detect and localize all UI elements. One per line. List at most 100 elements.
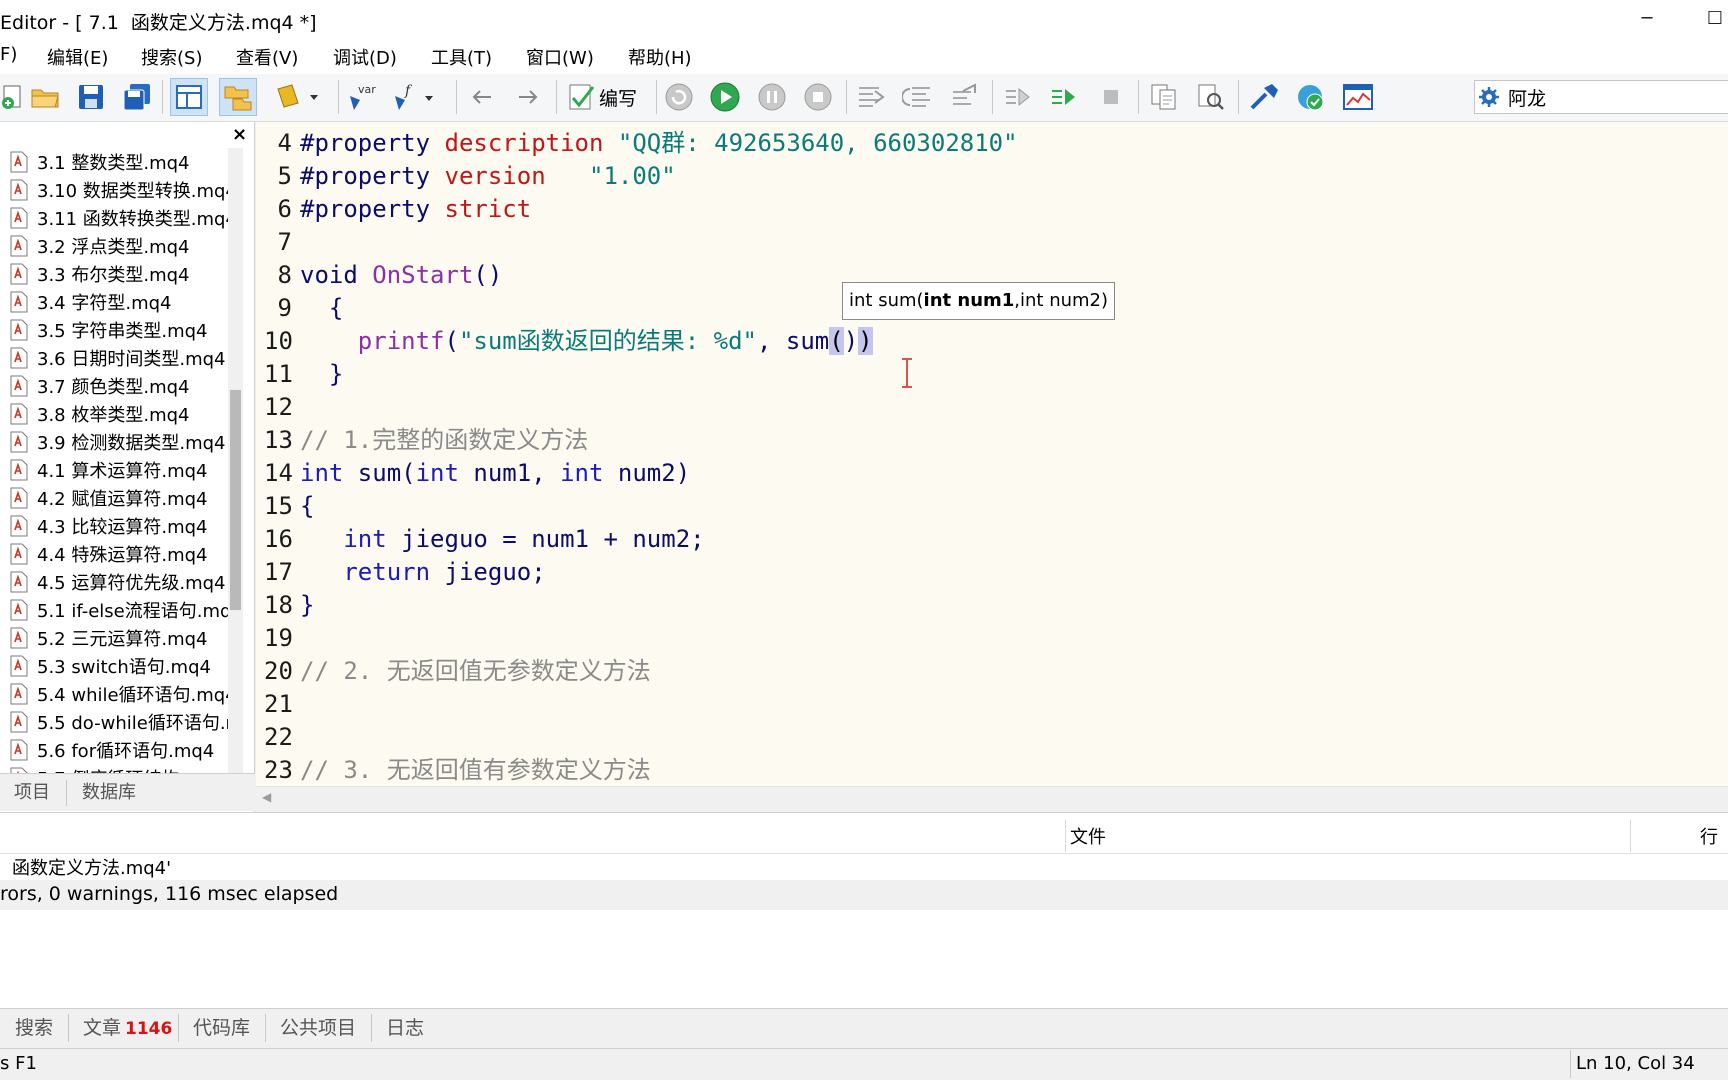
code-line[interactable]: 18} [256,589,1726,622]
file-list-item[interactable]: 3.1 整数类型.mq4 [0,148,228,176]
toolbox-toggle-icon[interactable] [219,78,257,116]
gear-icon[interactable] [1478,86,1500,112]
tab-journal[interactable]: 日志 [386,1013,424,1040]
minimize-icon[interactable]: ─ [1634,6,1660,32]
code-line[interactable]: 20// 2. 无返回值无参数定义方法 [256,655,1726,688]
file-list-item[interactable]: 3.9 检测数据类型.mq4 [0,428,228,456]
file-list-item[interactable]: 4.3 比较运算符.mq4 [0,512,228,540]
line-number: 15 [264,492,293,520]
file-list-item[interactable]: 4.5 运算符优先级.mq4 [0,568,228,596]
file-list-item[interactable]: 3.10 数据类型转换.mq4 [0,176,228,204]
save-icon[interactable] [72,78,110,116]
code-line[interactable]: 14 int sum(int num1, int num2) [256,457,1726,490]
tab-project[interactable]: 项目 [14,778,50,804]
code-token: num2) [617,459,691,487]
file-list-item[interactable]: 3.7 颜色类型.mq4 [0,372,228,400]
output-message[interactable]: 函数定义方法.mq4' [12,854,171,880]
code-line[interactable]: 5 #property version "1.00" [256,160,1726,193]
output-summary[interactable]: rors, 0 warnings, 116 msec elapsed [0,883,338,905]
code-line[interactable]: 17 return jieguo; [256,556,1726,589]
back-arrow-icon[interactable] [463,78,501,116]
file-list-item[interactable]: 5.2 三元运算符.mq4 [0,624,228,652]
file-list-item[interactable]: 3.2 浮点类型.mq4 [0,232,228,260]
code-line[interactable]: 21 [256,688,1726,721]
file-list-item[interactable]: 4.4 特殊运算符.mq4 [0,540,228,568]
pause-icon[interactable] [753,78,791,116]
tooltip-signature-start: int sum( [849,290,924,311]
code-line[interactable]: 6 #property strict [256,193,1726,226]
compile-check-icon[interactable] [563,78,601,116]
menu-help[interactable]: 帮助(H) [628,44,692,70]
code-line[interactable]: 12 [256,391,1726,424]
file-list-item[interactable]: 3.4 字符型.mq4 [0,288,228,316]
menu-edit[interactable]: 编辑(E) [47,44,108,70]
restart-icon[interactable] [660,78,698,116]
file-list-item[interactable]: 5.7 倒序循环结构 [0,764,228,773]
column-header-file[interactable]: 文件 [1070,823,1106,849]
menu-tools[interactable]: 工具(T) [431,44,492,70]
menu-view[interactable]: 查看(V) [236,44,298,70]
tab-public-projects[interactable]: 公共项目 [280,1013,356,1040]
template-dropdown-icon[interactable] [272,78,322,116]
run-to-cursor-icon[interactable] [999,78,1037,116]
forward-arrow-icon[interactable] [509,78,547,116]
insert-variable-icon[interactable]: var [344,78,382,116]
step-over-icon[interactable] [899,78,937,116]
file-list-item[interactable]: 3.3 布尔类型.mq4 [0,260,228,288]
code-line[interactable]: 7 [256,226,1726,259]
search-input-value[interactable]: 阿龙 [1508,84,1546,111]
file-list-item[interactable]: 3.8 枚举类型.mq4 [0,400,228,428]
menu-window[interactable]: 窗口(W) [526,44,594,70]
file-list-item[interactable]: 3.11 函数转换类型.mq4 [0,204,228,232]
terminal-chart-icon[interactable] [1339,78,1377,116]
save-all-icon[interactable] [118,78,156,116]
close-icon[interactable]: × [232,124,247,145]
tab-search[interactable]: 搜索 [15,1013,53,1040]
compile-label[interactable]: 编写 [599,84,637,111]
code-line[interactable]: 15{ [256,490,1726,523]
maximize-icon[interactable]: ☐ [1702,6,1728,32]
tab-database[interactable]: 数据库 [82,778,136,804]
find-in-files-icon[interactable] [1192,78,1230,116]
code-token: int [560,459,618,487]
file-list-item[interactable]: 3.5 字符串类型.mq4 [0,316,228,344]
navigator-scroll-thumb[interactable] [230,390,241,610]
stop-testing-icon[interactable] [1092,78,1130,116]
start-testing-icon[interactable] [1045,78,1083,116]
code-line[interactable]: 11 } [256,358,1726,391]
menu-search[interactable]: 搜索(S) [141,44,202,70]
code-line[interactable]: 10 printf("sum函数返回的结果: %d", sum()) [256,325,1726,358]
file-list-item[interactable]: 5.3 switch语句.mq4 [0,652,228,680]
file-list-item[interactable]: 4.2 赋值运算符.mq4 [0,484,228,512]
stop-icon[interactable] [799,78,837,116]
code-line[interactable]: 19 [256,622,1726,655]
tab-codebase[interactable]: 代码库 [193,1013,250,1040]
horizontal-scrollbar[interactable] [256,786,1728,810]
start-debug-icon[interactable] [706,78,744,116]
copy-docs-icon[interactable] [1145,78,1183,116]
file-list-item[interactable]: 5.5 do-while循环语句.mq4 [0,708,228,736]
file-list-item[interactable]: 4.1 算术运算符.mq4 [0,456,228,484]
file-list-item[interactable]: 5.1 if-else流程语句.mq4 [0,596,228,624]
navigator-toggle-icon[interactable] [170,78,208,116]
code-line[interactable]: 16 int jieguo = num1 + num2; [256,523,1726,556]
tab-articles[interactable]: 文章 1146 [83,1013,172,1040]
open-folder-icon[interactable] [26,78,64,116]
scroll-left-icon[interactable]: ◀ [262,790,271,804]
insert-function-dropdown-icon[interactable]: f [390,78,438,116]
menu-file[interactable]: F) [0,44,17,65]
metaeditor-tools-icon[interactable] [1245,78,1283,116]
line-number: 17 [264,558,293,586]
mql5-cloud-icon[interactable] [1292,78,1330,116]
code-line[interactable]: 4 #property description "QQ群: 492653640, … [256,127,1726,160]
file-list-item[interactable]: 5.4 while循环语句.mq4 [0,680,228,708]
code-line[interactable]: 22 [256,721,1726,754]
menu-debug[interactable]: 调试(D) [333,44,397,70]
code-line[interactable]: 13// 1.完整的函数定义方法 [256,424,1726,457]
column-header-line[interactable]: 行 [1700,823,1718,849]
file-list-item[interactable]: 5.6 for循环语句.mq4 [0,736,228,764]
step-into-icon[interactable] [852,78,890,116]
step-out-icon[interactable] [946,78,984,116]
code-line[interactable]: 23// 3. 无返回值有参数定义方法 [256,754,1726,787]
file-list-item[interactable]: 3.6 日期时间类型.mq4 [0,344,228,372]
